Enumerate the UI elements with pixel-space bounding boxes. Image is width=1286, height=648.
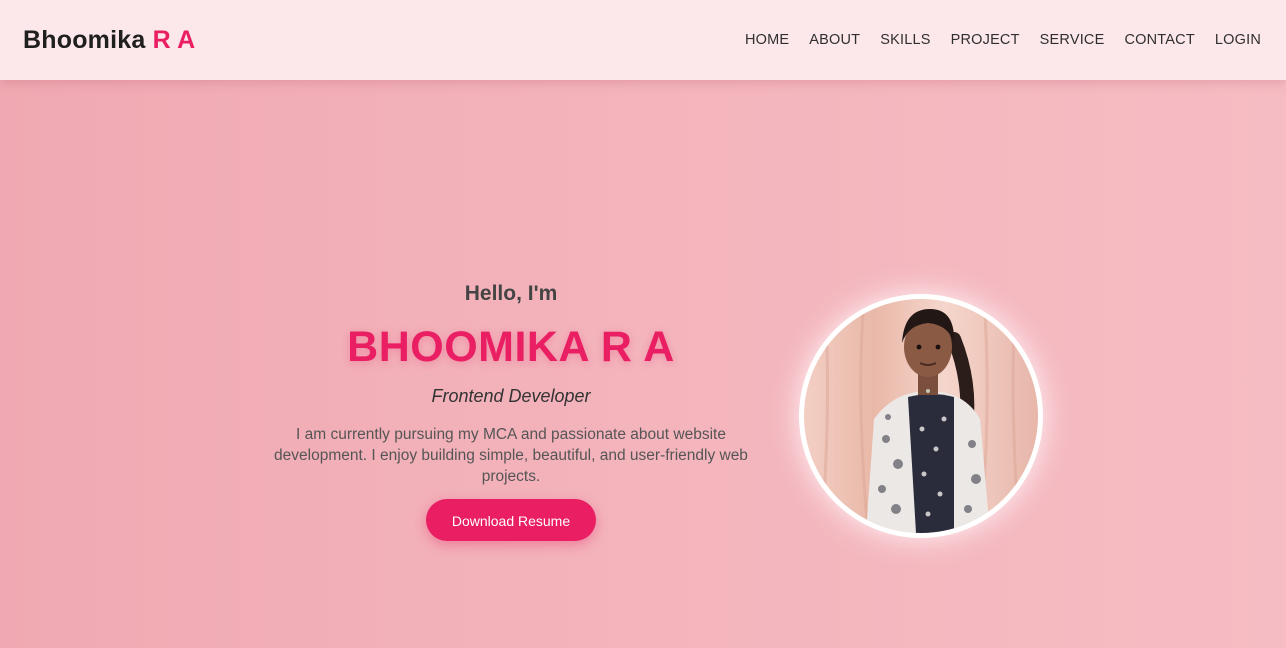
- hero-name: BHOOMIKA R A: [347, 323, 675, 371]
- logo-name: Bhoomika: [23, 25, 146, 54]
- nav-item-login[interactable]: LOGIN: [1215, 32, 1261, 48]
- nav-item-project[interactable]: PROJECT: [951, 32, 1020, 48]
- profile-photo: [804, 299, 1038, 533]
- nav-item-about[interactable]: ABOUT: [809, 32, 860, 48]
- nav-item-contact[interactable]: CONTACT: [1124, 32, 1194, 48]
- nav-menu: HOME ABOUT SKILLS PROJECT SERVICE CONTAC…: [745, 32, 1261, 48]
- site-logo[interactable]: Bhoomika R A: [23, 26, 195, 55]
- download-resume-button[interactable]: Download Resume: [426, 499, 596, 541]
- nav-item-home[interactable]: HOME: [745, 32, 789, 48]
- hero-section: Hello, I'm BHOOMIKA R A Frontend Develop…: [261, 280, 761, 541]
- navbar: Bhoomika R A HOME ABOUT SKILLS PROJECT S…: [0, 0, 1286, 80]
- hero-bio: I am currently pursuing my MCA and passi…: [274, 426, 748, 485]
- nav-item-skills[interactable]: SKILLS: [880, 32, 930, 48]
- hero-greeting: Hello, I'm: [464, 282, 558, 305]
- nav-item-service[interactable]: SERVICE: [1040, 32, 1105, 48]
- profile-photo-frame: [799, 294, 1043, 538]
- hero-role: Frontend Developer: [431, 386, 591, 406]
- logo-accent: R A: [152, 25, 196, 54]
